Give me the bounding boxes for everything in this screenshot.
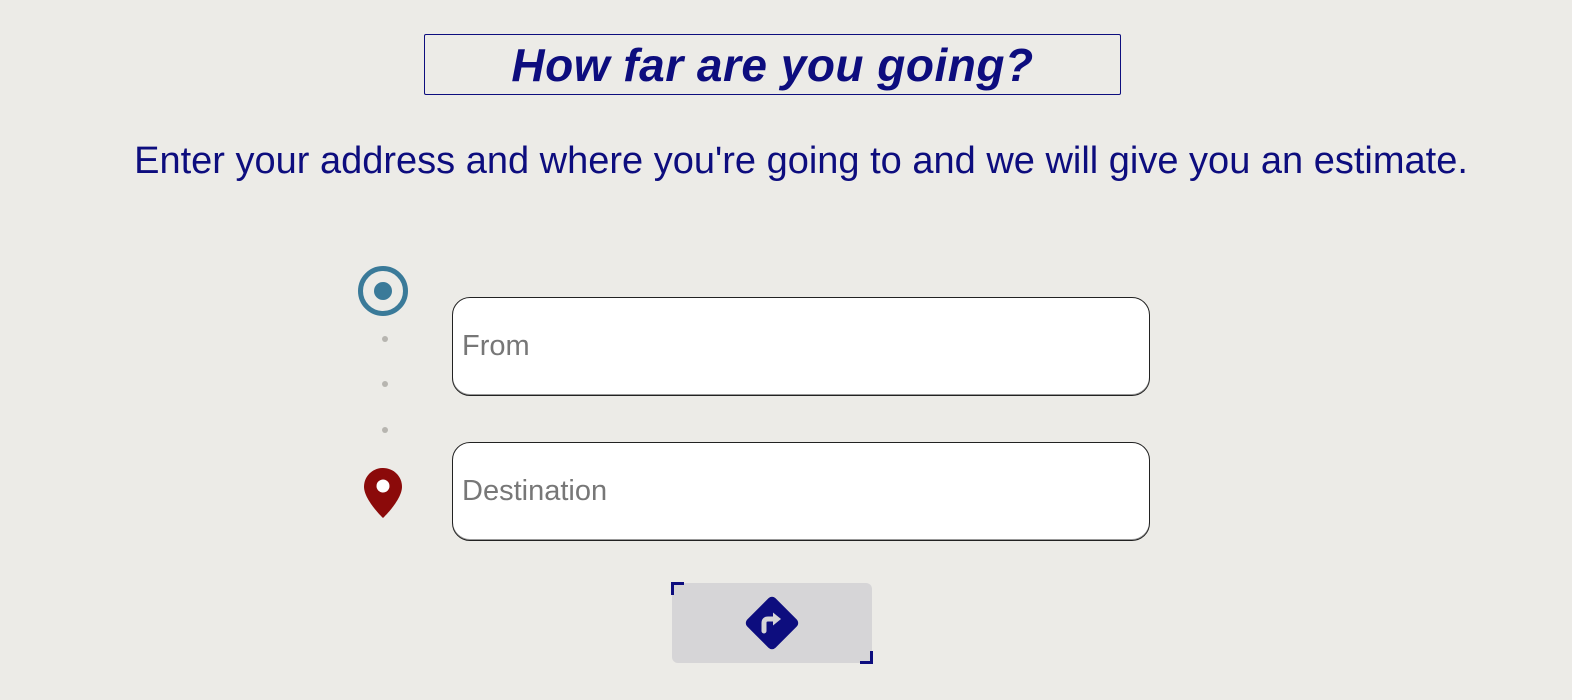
origin-radio-icon	[358, 266, 408, 316]
focus-corner-bottom-right	[860, 651, 873, 664]
map-pin-icon	[364, 468, 402, 518]
route-dot	[382, 336, 388, 342]
route-dot	[382, 381, 388, 387]
directions-icon	[745, 596, 799, 650]
from-input[interactable]	[452, 297, 1150, 396]
page-title: How far are you going?	[511, 38, 1034, 91]
title-box: How far are you going?	[424, 34, 1121, 95]
focus-corner-top-left	[671, 582, 684, 595]
intro-text: Enter your address and where you're goin…	[134, 140, 1468, 182]
directions-button[interactable]	[671, 582, 873, 664]
route-dot	[382, 427, 388, 433]
destination-input[interactable]	[452, 442, 1150, 541]
